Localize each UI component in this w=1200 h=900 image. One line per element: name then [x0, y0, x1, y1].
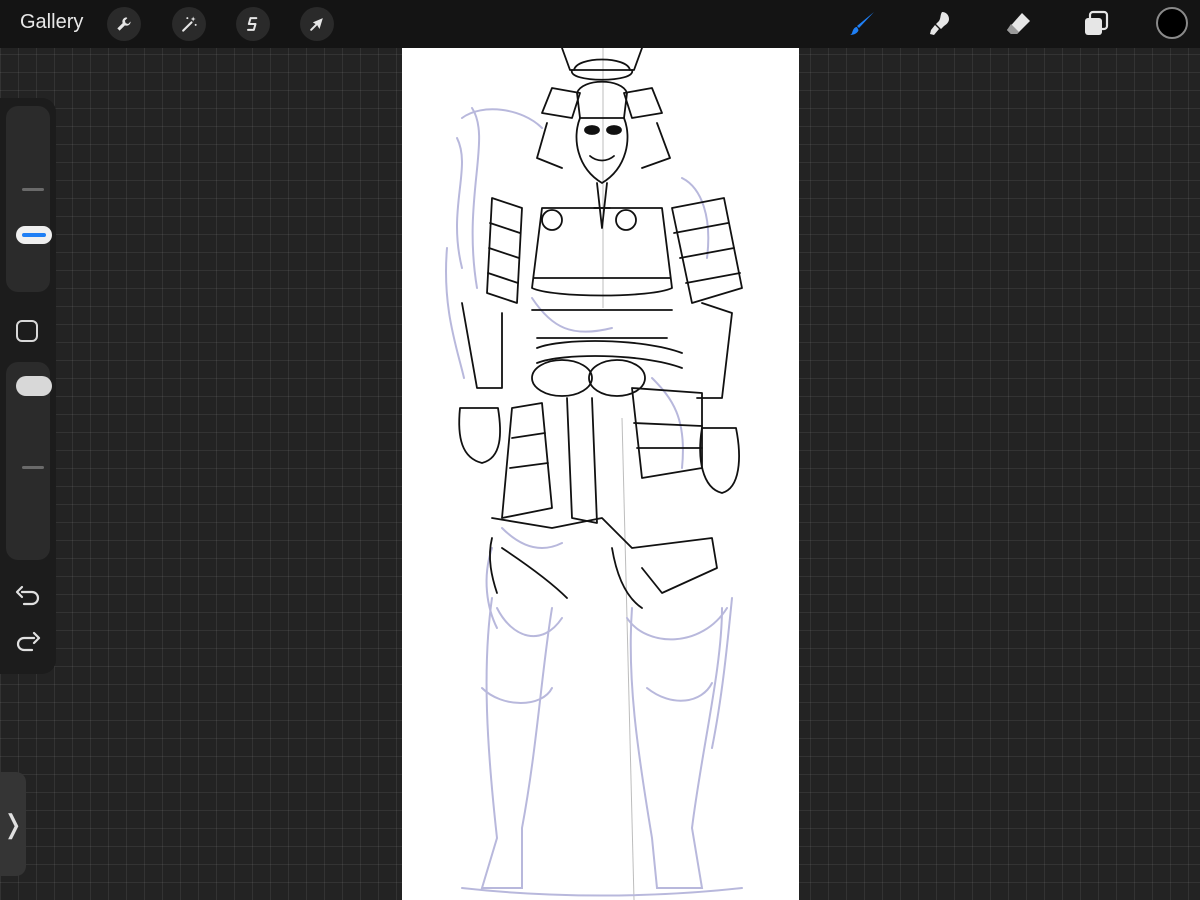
layers-icon [1085, 10, 1109, 35]
selection-icon [247, 17, 258, 31]
actions-button[interactable] [107, 7, 141, 41]
layers-button[interactable] [1080, 8, 1112, 40]
smudge-icon [930, 12, 949, 35]
left-sidebar [0, 98, 56, 674]
wrench-icon [117, 17, 131, 31]
samurai-drawing [445, 48, 743, 900]
slider-tick [22, 188, 44, 191]
brush-icon [850, 12, 874, 35]
slider-tick [22, 466, 44, 469]
adjustments-button[interactable] [172, 7, 206, 41]
eraser-button[interactable] [1002, 8, 1034, 40]
selection-button[interactable] [236, 7, 270, 41]
expand-sidebar-tab[interactable]: ❭ [0, 772, 26, 876]
redo-button[interactable] [14, 630, 42, 658]
color-picker-button[interactable] [1156, 7, 1188, 39]
brush-button[interactable] [846, 8, 878, 40]
top-toolbar: Gallery [0, 0, 1200, 48]
redo-icon [16, 631, 41, 652]
brush-size-slider[interactable] [6, 106, 52, 292]
opacity-thumb[interactable] [16, 376, 52, 396]
brush-size-thumb[interactable] [16, 226, 52, 244]
gallery-button[interactable]: Gallery [20, 11, 83, 34]
chevron-right-icon: ❭ [2, 808, 24, 839]
eraser-icon [1007, 13, 1030, 34]
transform-button[interactable] [300, 7, 334, 41]
transform-arrow-icon [310, 18, 323, 31]
opacity-slider[interactable] [6, 362, 52, 560]
modify-button[interactable] [16, 320, 38, 342]
magic-wand-icon [182, 16, 197, 32]
smudge-button[interactable] [924, 8, 956, 40]
drawing-canvas[interactable] [402, 48, 799, 900]
undo-button[interactable] [14, 584, 42, 612]
undo-icon [15, 585, 40, 606]
